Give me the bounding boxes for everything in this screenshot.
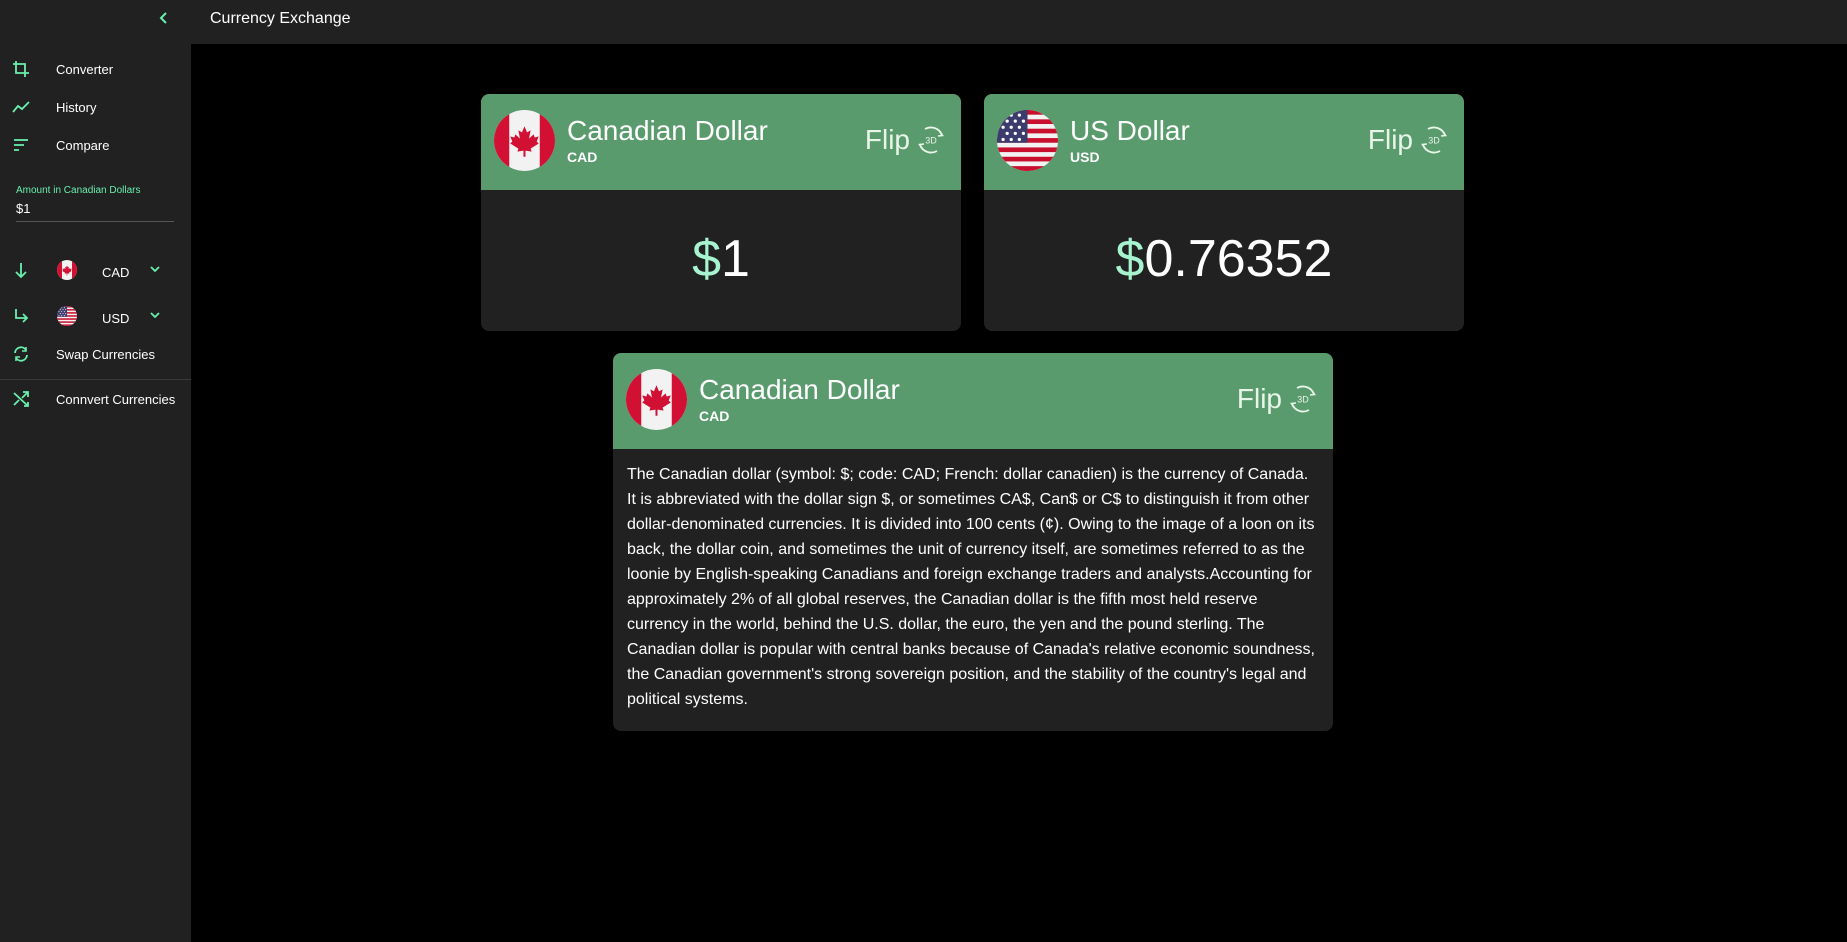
rotate-3d-icon: [916, 125, 946, 155]
swap-currencies-button[interactable]: Swap Currencies: [0, 335, 191, 373]
swap-icon: [14, 346, 28, 362]
app-bar: Currency Exchange: [191, 0, 1847, 44]
chevron-down-icon: [150, 266, 160, 273]
canada-flag-icon: [626, 369, 687, 430]
flip-label: Flip: [1367, 124, 1413, 155]
to-amount-value: 0.76352: [1144, 230, 1333, 288]
convert-currencies-button[interactable]: Connvert Currencies: [0, 380, 191, 418]
currency-symbol: $: [692, 230, 721, 288]
shuffle-icon: [13, 391, 29, 407]
crop-icon: [13, 61, 29, 77]
to-card-currency-code: USD: [1070, 149, 1100, 165]
from-card-flip-button[interactable]: Flip: [865, 120, 946, 160]
from-amount-value: 1: [721, 230, 750, 288]
chevron-down-icon: [150, 312, 160, 319]
canada-flag-icon: [494, 110, 555, 171]
to-card-flip-button[interactable]: Flip: [1368, 120, 1449, 160]
from-currency-code: CAD: [102, 265, 130, 280]
info-card-header: Canadian Dollar CAD Flip: [613, 353, 1333, 449]
sort-lines-icon: [14, 139, 28, 151]
nav-history-label: History: [56, 99, 97, 115]
nav-converter[interactable]: Converter: [0, 50, 191, 88]
us-flag-icon: [57, 306, 77, 326]
to-currency-select[interactable]: USD: [0, 296, 191, 336]
arrow-down-icon: [15, 263, 27, 279]
flip-label: Flip: [864, 124, 910, 155]
nav-compare[interactable]: Compare: [0, 126, 191, 164]
info-card-flip-button[interactable]: Flip: [1237, 379, 1318, 419]
currency-description: The Canadian dollar (symbol: $; code: CA…: [627, 466, 1315, 708]
amount-field[interactable]: Amount in Canadian Dollars: [16, 182, 174, 222]
from-card-amount: $1: [481, 229, 961, 289]
flip-label: Flip: [1236, 383, 1282, 414]
to-currency-code: USD: [102, 311, 130, 326]
info-card-currency-name: Canadian Dollar: [699, 374, 900, 405]
to-currency-card: US Dollar USD Flip $0.76352: [984, 94, 1464, 331]
convert-currencies-label: Connvert Currencies: [56, 391, 176, 407]
rotate-3d-icon: [1288, 384, 1318, 414]
collapse-sidebar-button[interactable]: [156, 10, 172, 26]
us-flag-icon: [997, 110, 1058, 171]
amount-field-label: Amount in Canadian Dollars: [16, 185, 141, 196]
to-card-amount: $0.76352: [984, 229, 1464, 289]
app-title: Currency Exchange: [210, 10, 351, 27]
from-card-currency-code: CAD: [567, 149, 598, 165]
rotate-3d-icon: [1419, 125, 1449, 155]
sidebar: Converter History Compare Amount in Cana…: [0, 0, 191, 942]
amount-input[interactable]: [16, 201, 166, 216]
to-card-currency-name: US Dollar: [1070, 115, 1190, 146]
canada-flag-icon: [57, 260, 77, 280]
currency-symbol: $: [1115, 230, 1145, 288]
from-card-header: Canadian Dollar CAD Flip: [481, 94, 961, 190]
swap-currencies-label: Swap Currencies: [56, 346, 155, 362]
nav-history[interactable]: History: [0, 88, 191, 126]
from-card-currency-name: Canadian Dollar: [567, 115, 768, 146]
currency-info-card: Canadian Dollar CAD Flip The Canadian do…: [613, 353, 1333, 731]
trend-line-icon: [12, 101, 30, 113]
from-currency-card: Canadian Dollar CAD Flip $1: [481, 94, 961, 331]
from-currency-select[interactable]: CAD: [0, 250, 191, 290]
to-card-header: US Dollar USD Flip: [984, 94, 1464, 190]
nav-compare-label: Compare: [56, 137, 110, 153]
nav-converter-label: Converter: [56, 61, 114, 77]
info-card-currency-code: CAD: [699, 408, 730, 424]
chevron-left-icon: [159, 12, 167, 24]
arrow-turn-right-icon: [15, 309, 29, 323]
